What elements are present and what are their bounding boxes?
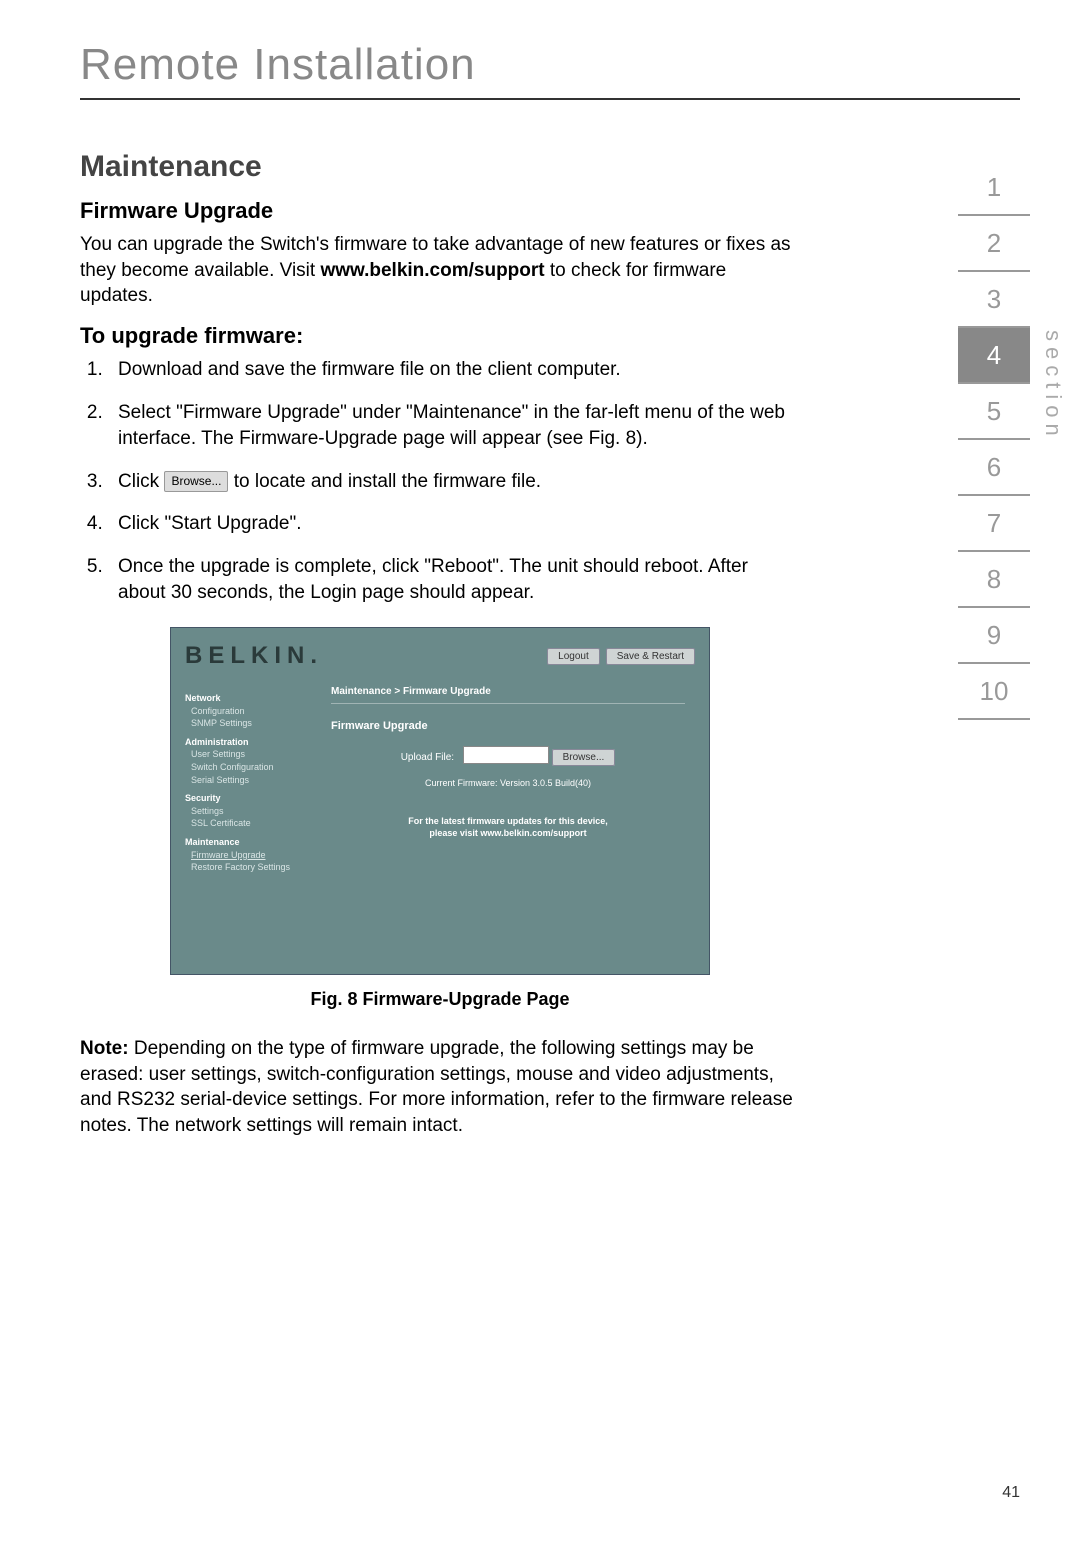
top-buttons: Logout Save & Restart [547, 648, 695, 665]
section-tab-1[interactable]: 1 [958, 160, 1030, 216]
sidebar-item-user-settings[interactable]: User Settings [185, 748, 315, 761]
step-3: Click Browse... to locate and install th… [108, 469, 800, 496]
belkin-screenshot: BELKIN. Logout Save & Restart Network Co… [170, 627, 710, 975]
main-pane: Maintenance > Firmware Upgrade Firmware … [315, 680, 695, 960]
breadcrumb: Maintenance > Firmware Upgrade [331, 686, 685, 697]
step-5: Once the upgrade is complete, click "Reb… [108, 554, 800, 607]
step-3-post: to locate and install the firmware file. [228, 471, 541, 492]
section-tab-4[interactable]: 4 [958, 328, 1030, 384]
section-tab-3[interactable]: 3 [958, 272, 1030, 328]
note-paragraph: Note: Depending on the type of firmware … [80, 1036, 800, 1139]
sidebar-item-security-settings[interactable]: Settings [185, 805, 315, 818]
section-tab-7[interactable]: 7 [958, 496, 1030, 552]
upload-row: Upload File: Browse... [331, 746, 685, 764]
support-line1: For the latest firmware updates for this… [331, 816, 685, 828]
sidebar-item-snmp[interactable]: SNMP Settings [185, 717, 315, 730]
page-title: Remote Installation [80, 40, 1020, 100]
intro-paragraph: You can upgrade the Switch's firmware to… [80, 232, 800, 309]
screenshot-body: Network Configuration SNMP Settings Admi… [171, 680, 709, 974]
current-firmware-version: Current Firmware: Version 3.0.5 Build(40… [331, 778, 685, 788]
step-1-text: Download and save the firmware file on t… [118, 359, 621, 380]
step-1: Download and save the firmware file on t… [108, 357, 800, 384]
sidebar-item-ssl[interactable]: SSL Certificate [185, 817, 315, 830]
content-column: Maintenance Firmware Upgrade You can upg… [80, 150, 800, 1139]
browse-button[interactable]: Browse... [552, 749, 616, 766]
section-tab-10[interactable]: 10 [958, 664, 1030, 720]
sidebar-item-firmware-upgrade[interactable]: Firmware Upgrade [185, 849, 315, 862]
section-tab-8[interactable]: 8 [958, 552, 1030, 608]
sidebar-item-configuration[interactable]: Configuration [185, 705, 315, 718]
intro-bold-url: www.belkin.com/support [320, 260, 544, 281]
note-label: Note: [80, 1038, 129, 1059]
section-tab-9[interactable]: 9 [958, 608, 1030, 664]
page-number: 41 [1002, 1484, 1020, 1502]
step-4: Click "Start Upgrade". [108, 511, 800, 538]
figure-8: BELKIN. Logout Save & Restart Network Co… [170, 627, 710, 1010]
sidebar-item-serial-settings[interactable]: Serial Settings [185, 774, 315, 787]
step-4-text: Click "Start Upgrade". [118, 513, 302, 534]
figure-caption: Fig. 8 Firmware-Upgrade Page [170, 989, 710, 1010]
sidebar-item-restore[interactable]: Restore Factory Settings [185, 861, 315, 874]
section-tab-5[interactable]: 5 [958, 384, 1030, 440]
step-5-text: Once the upgrade is complete, click "Reb… [118, 556, 748, 604]
section-tab-2[interactable]: 2 [958, 216, 1030, 272]
manual-page: Remote Installation 1 2 3 4 5 6 7 8 9 10… [0, 0, 1080, 1542]
browse-button-inline[interactable]: Browse... [164, 471, 228, 492]
screenshot-header: BELKIN. Logout Save & Restart [171, 628, 709, 680]
panel-title: Firmware Upgrade [331, 720, 685, 732]
step-2-text: Select "Firmware Upgrade" under "Mainten… [118, 402, 785, 450]
section-label: section [1040, 330, 1066, 442]
belkin-logo: BELKIN. [185, 642, 323, 670]
step-2: Select "Firmware Upgrade" under "Mainten… [108, 400, 800, 453]
heading-maintenance: Maintenance [80, 150, 800, 184]
save-restart-button[interactable]: Save & Restart [606, 648, 695, 665]
step-3-pre: Click [118, 471, 164, 492]
support-line2: please visit www.belkin.com/support [331, 828, 685, 840]
breadcrumb-divider [331, 703, 685, 704]
heading-to-upgrade: To upgrade firmware: [80, 323, 800, 349]
section-tab-6[interactable]: 6 [958, 440, 1030, 496]
sidebar-item-switch-config[interactable]: Switch Configuration [185, 761, 315, 774]
logout-button[interactable]: Logout [547, 648, 600, 665]
heading-firmware-upgrade: Firmware Upgrade [80, 198, 800, 224]
sidebar-maintenance[interactable]: Maintenance [185, 836, 315, 849]
upload-file-label: Upload File: [401, 752, 454, 763]
sidebar-administration[interactable]: Administration [185, 736, 315, 749]
section-tabs: 1 2 3 4 5 6 7 8 9 10 [958, 160, 1030, 720]
upload-file-input[interactable] [463, 746, 549, 764]
support-text: For the latest firmware updates for this… [331, 816, 685, 839]
note-text: Depending on the type of firmware upgrad… [80, 1038, 793, 1136]
sidebar-security[interactable]: Security [185, 792, 315, 805]
sidebar: Network Configuration SNMP Settings Admi… [185, 680, 315, 960]
steps-list: Download and save the firmware file on t… [80, 357, 800, 607]
sidebar-network[interactable]: Network [185, 692, 315, 705]
